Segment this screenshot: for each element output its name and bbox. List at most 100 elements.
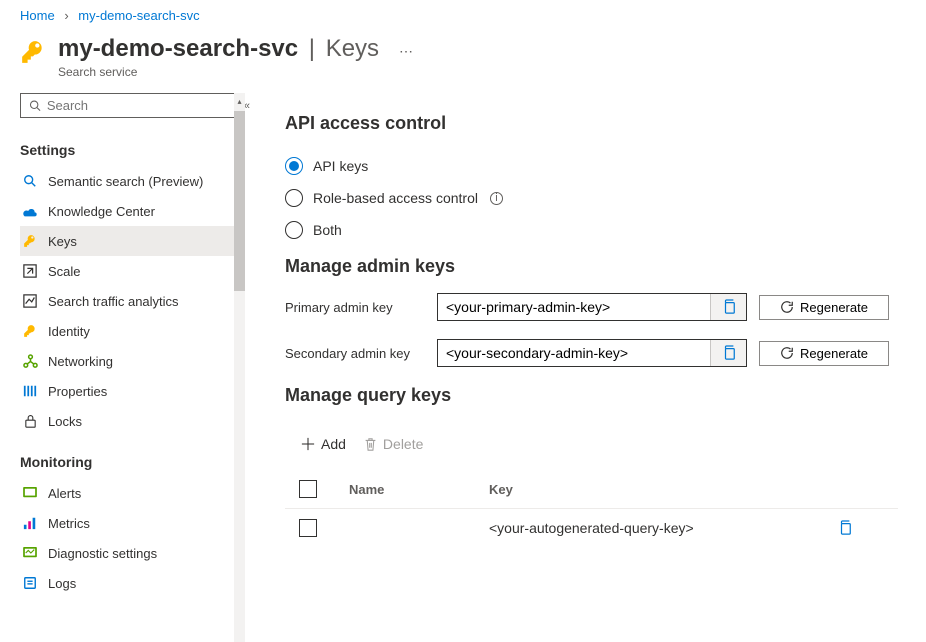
sidebar-item-label: Keys bbox=[48, 234, 77, 249]
radio-api-keys[interactable]: API keys bbox=[285, 150, 898, 182]
page-title: my-demo-search-svc | Keys bbox=[58, 35, 379, 63]
col-name: Name bbox=[349, 482, 489, 497]
chevron-right-icon: › bbox=[64, 8, 68, 23]
sidebar-group-monitoring: Monitoring bbox=[20, 444, 245, 478]
copy-icon bbox=[722, 299, 736, 315]
sidebar-item-semantic-search[interactable]: Semantic search (Preview) bbox=[20, 166, 242, 196]
page-subtitle: Search service bbox=[58, 65, 379, 79]
api-access-radio-group: API keys Role-based access control i Bot… bbox=[285, 150, 898, 246]
radio-icon bbox=[285, 189, 303, 207]
sidebar-item-label: Search traffic analytics bbox=[48, 294, 179, 309]
sidebar-item-properties[interactable]: Properties bbox=[20, 376, 242, 406]
regenerate-secondary-button[interactable]: Regenerate bbox=[759, 341, 889, 366]
copy-secondary-button[interactable] bbox=[710, 340, 746, 366]
copy-icon bbox=[722, 345, 736, 361]
breadcrumb: Home › my-demo-search-svc bbox=[0, 0, 926, 27]
sidebar-item-label: Alerts bbox=[48, 486, 81, 501]
key-icon bbox=[22, 233, 38, 249]
sidebar-group-settings: Settings bbox=[20, 132, 245, 166]
primary-key-row: Primary admin key Regenerate bbox=[285, 293, 898, 321]
secondary-key-row: Secondary admin key Regenerate bbox=[285, 339, 898, 367]
logs-icon bbox=[22, 575, 38, 591]
diagnostic-icon bbox=[22, 545, 38, 561]
sidebar-item-diagnostic[interactable]: Diagnostic settings bbox=[20, 538, 242, 568]
info-icon[interactable]: i bbox=[490, 192, 503, 205]
sidebar-item-label: Identity bbox=[48, 324, 90, 339]
col-key: Key bbox=[489, 482, 838, 497]
add-query-key-button[interactable]: Add bbox=[301, 436, 346, 452]
scrollbar[interactable]: ▴ bbox=[234, 93, 245, 642]
radio-rbac[interactable]: Role-based access control i bbox=[285, 182, 898, 214]
copy-icon bbox=[838, 520, 852, 536]
refresh-icon bbox=[780, 346, 794, 360]
radio-label: Both bbox=[313, 222, 342, 238]
sidebar-item-label: Diagnostic settings bbox=[48, 546, 157, 561]
search-icon bbox=[29, 99, 41, 112]
radio-label: Role-based access control bbox=[313, 190, 478, 206]
regenerate-primary-button[interactable]: Regenerate bbox=[759, 295, 889, 320]
sidebar-item-identity[interactable]: Identity bbox=[20, 316, 242, 346]
sidebar-item-logs[interactable]: Logs bbox=[20, 568, 242, 598]
sidebar: « Settings Semantic search (Preview) Kno… bbox=[0, 93, 245, 642]
scroll-up-icon[interactable]: ▴ bbox=[234, 95, 245, 107]
table-header: Name Key bbox=[285, 470, 898, 508]
trash-icon bbox=[364, 437, 377, 452]
sidebar-item-label: Networking bbox=[48, 354, 113, 369]
main-panel: API access control API keys Role-based a… bbox=[245, 93, 926, 642]
identity-icon bbox=[22, 323, 38, 339]
lock-icon bbox=[22, 413, 38, 429]
api-access-heading: API access control bbox=[285, 113, 898, 134]
sidebar-item-metrics[interactable]: Metrics bbox=[20, 508, 242, 538]
metrics-icon bbox=[22, 515, 38, 531]
cloud-icon bbox=[22, 203, 38, 219]
primary-key-field[interactable] bbox=[438, 294, 710, 320]
key-icon bbox=[20, 39, 46, 65]
radio-label: API keys bbox=[313, 158, 368, 174]
sidebar-item-keys[interactable]: Keys bbox=[20, 226, 242, 256]
secondary-key-label: Secondary admin key bbox=[285, 346, 425, 361]
row-checkbox[interactable] bbox=[299, 519, 317, 537]
scale-icon bbox=[22, 263, 38, 279]
sidebar-item-label: Logs bbox=[48, 576, 76, 591]
page-header: my-demo-search-svc | Keys Search service… bbox=[0, 27, 926, 93]
query-keys-table: Name Key <your-autogenerated-query-key> bbox=[285, 470, 898, 547]
sidebar-item-label: Properties bbox=[48, 384, 107, 399]
manage-query-heading: Manage query keys bbox=[285, 385, 898, 406]
delete-query-key-button: Delete bbox=[364, 436, 423, 452]
sidebar-item-traffic-analytics[interactable]: Search traffic analytics bbox=[20, 286, 242, 316]
sidebar-item-label: Knowledge Center bbox=[48, 204, 155, 219]
primary-key-label: Primary admin key bbox=[285, 300, 425, 315]
manage-admin-heading: Manage admin keys bbox=[285, 256, 898, 277]
sidebar-item-networking[interactable]: Networking bbox=[20, 346, 242, 376]
sidebar-search[interactable] bbox=[20, 93, 236, 118]
copy-primary-button[interactable] bbox=[710, 294, 746, 320]
sidebar-item-label: Scale bbox=[48, 264, 81, 279]
sidebar-item-label: Metrics bbox=[48, 516, 90, 531]
sidebar-item-locks[interactable]: Locks bbox=[20, 406, 242, 436]
copy-query-key-button[interactable] bbox=[838, 520, 898, 536]
sidebar-item-knowledge-center[interactable]: Knowledge Center bbox=[20, 196, 242, 226]
sidebar-item-alerts[interactable]: Alerts bbox=[20, 478, 242, 508]
radio-both[interactable]: Both bbox=[285, 214, 898, 246]
refresh-icon bbox=[780, 300, 794, 314]
sidebar-item-label: Semantic search (Preview) bbox=[48, 174, 203, 189]
select-all-checkbox[interactable] bbox=[299, 480, 317, 498]
properties-icon bbox=[22, 383, 38, 399]
secondary-key-field[interactable] bbox=[438, 340, 710, 366]
alerts-icon bbox=[22, 485, 38, 501]
sidebar-search-input[interactable] bbox=[47, 98, 227, 113]
row-key: <your-autogenerated-query-key> bbox=[489, 520, 838, 536]
breadcrumb-home[interactable]: Home bbox=[20, 8, 55, 23]
analytics-icon bbox=[22, 293, 38, 309]
plus-icon bbox=[301, 437, 315, 451]
radio-icon bbox=[285, 157, 303, 175]
radio-icon bbox=[285, 221, 303, 239]
sidebar-item-scale[interactable]: Scale bbox=[20, 256, 242, 286]
search-icon bbox=[22, 173, 38, 189]
query-keys-toolbar: Add Delete bbox=[285, 422, 898, 470]
more-menu-button[interactable]: ⋯ bbox=[399, 43, 413, 60]
sidebar-item-label: Locks bbox=[48, 414, 82, 429]
scrollbar-thumb[interactable] bbox=[234, 111, 245, 291]
breadcrumb-resource[interactable]: my-demo-search-svc bbox=[78, 8, 199, 23]
network-icon bbox=[22, 353, 38, 369]
